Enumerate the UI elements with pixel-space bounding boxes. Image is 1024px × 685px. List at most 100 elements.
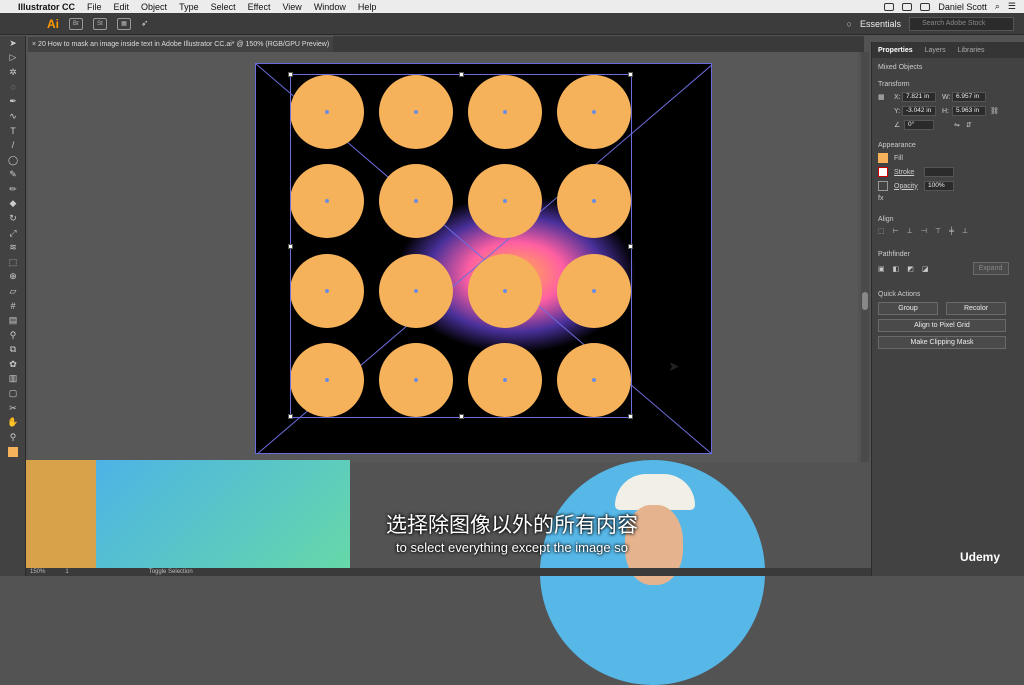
menu-type[interactable]: Type <box>179 2 199 12</box>
stroke-swatch[interactable] <box>878 167 888 177</box>
make-clipping-mask-button[interactable]: Make Clipping Mask <box>878 336 1006 349</box>
slice-tool-icon[interactable]: ✂ <box>0 401 26 416</box>
app-menu[interactable]: Illustrator CC <box>18 2 75 12</box>
expand-button[interactable]: Expand <box>972 262 1009 275</box>
artboard-tool-icon[interactable]: ▢ <box>0 386 26 401</box>
resize-handle[interactable] <box>288 414 293 419</box>
blend-tool-icon[interactable]: ⧉ <box>0 342 26 357</box>
status-tool[interactable]: Toggle Selection <box>149 569 193 575</box>
menu-view[interactable]: View <box>282 2 301 12</box>
align-hcenter-icon[interactable]: ⊥ <box>907 227 913 235</box>
y-field[interactable]: -3.042 in <box>902 106 936 116</box>
reference-point-icon[interactable]: ▦ <box>878 93 894 101</box>
shape-builder-icon[interactable]: ⊕ <box>0 270 26 285</box>
stock-icon[interactable]: St <box>93 17 107 30</box>
gpu-rocket-icon[interactable]: ➶ <box>141 18 149 29</box>
free-transform-icon[interactable]: ⬚ <box>0 255 26 270</box>
angle-field[interactable]: 0° <box>904 120 934 130</box>
workspace-switcher[interactable]: Essentials <box>860 19 901 29</box>
fx-icon[interactable]: fx <box>878 195 883 202</box>
graph-tool-icon[interactable]: ▥ <box>0 372 26 387</box>
tab-layers[interactable]: Layers <box>919 47 952 54</box>
fill-stroke-swatch[interactable] <box>0 445 26 460</box>
resize-handle[interactable] <box>628 244 633 249</box>
search-stock-input[interactable]: Search Adobe Stock <box>909 16 1014 31</box>
user-name[interactable]: Daniel Scott <box>938 2 987 12</box>
stroke-label[interactable]: Stroke <box>894 169 924 176</box>
resize-handle[interactable] <box>288 72 293 77</box>
group-button[interactable]: Group <box>878 302 938 315</box>
menu-file[interactable]: File <box>87 2 102 12</box>
eyedropper-icon[interactable]: ⚲ <box>0 328 26 343</box>
lasso-icon[interactable]: ◌ <box>0 80 26 95</box>
zoom-level[interactable]: 150% <box>30 569 45 575</box>
menu-object[interactable]: Object <box>141 2 167 12</box>
hand-tool-icon[interactable]: ✋ <box>0 415 26 430</box>
close-tab-icon[interactable]: × <box>32 41 36 48</box>
arrange-docs-icon[interactable]: ▦ <box>117 17 131 30</box>
tab-properties[interactable]: Properties <box>872 47 919 54</box>
align-right-icon[interactable]: ⊣ <box>921 227 927 235</box>
flip-vertical-icon[interactable]: ⇵ <box>966 121 972 129</box>
line-tool-icon[interactable]: / <box>0 138 26 153</box>
direct-selection-icon[interactable]: ▷ <box>0 51 26 66</box>
resize-handle[interactable] <box>459 72 464 77</box>
ellipse-tool-icon[interactable]: ◯ <box>0 153 26 168</box>
eraser-icon[interactable]: ◆ <box>0 197 26 212</box>
cloud-icon[interactable] <box>902 2 913 11</box>
stroke-weight-field[interactable] <box>924 167 954 177</box>
flip-horizontal-icon[interactable]: ⇋ <box>954 121 960 129</box>
symbol-sprayer-icon[interactable]: ✿ <box>0 357 26 372</box>
zoom-tool-icon[interactable]: ⚲ <box>0 430 26 445</box>
tab-libraries[interactable]: Libraries <box>952 47 991 54</box>
exclude-icon[interactable]: ◪ <box>922 265 929 273</box>
gradient-tool-icon[interactable]: ▤ <box>0 313 26 328</box>
align-pixel-grid-button[interactable]: Align to Pixel Grid <box>878 319 1006 332</box>
selection-bounding-box[interactable] <box>288 72 633 419</box>
curvature-icon[interactable]: ∿ <box>0 109 26 124</box>
resize-handle[interactable] <box>459 414 464 419</box>
opacity-label[interactable]: Opacity <box>894 183 924 190</box>
h-field[interactable]: 5.963 in <box>952 106 986 116</box>
resize-handle[interactable] <box>628 72 633 77</box>
selection-tool-icon[interactable]: ➤ <box>0 36 26 51</box>
unite-icon[interactable]: ▣ <box>878 265 885 273</box>
bridge-icon[interactable]: Br <box>69 17 83 30</box>
paintbrush-icon[interactable]: ✎ <box>0 167 26 182</box>
menu-list-icon[interactable]: ☰ <box>1008 1 1016 12</box>
resize-handle[interactable] <box>288 244 293 249</box>
artboard-number[interactable]: 1 <box>65 569 68 575</box>
rotate-tool-icon[interactable]: ↻ <box>0 211 26 226</box>
intersect-icon[interactable]: ◩ <box>907 265 914 273</box>
type-tool-icon[interactable]: T <box>0 124 26 139</box>
scale-tool-icon[interactable]: ⤢ <box>0 226 26 241</box>
lightbulb-icon[interactable]: ○ <box>847 19 852 29</box>
x-field[interactable]: 7.821 in <box>902 92 936 102</box>
recolor-button[interactable]: Recolor <box>946 302 1006 315</box>
perspective-grid-icon[interactable]: ▱ <box>0 284 26 299</box>
align-to-icon[interactable]: ⬚ <box>878 227 885 235</box>
align-bottom-icon[interactable]: ⊥ <box>962 227 968 235</box>
magic-wand-icon[interactable]: ✲ <box>0 65 26 80</box>
align-left-icon[interactable]: ⊢ <box>893 227 899 235</box>
document-tab[interactable]: × 20 How to mask an image inside text in… <box>28 36 333 52</box>
wifi-icon[interactable] <box>920 2 931 11</box>
scroll-thumb[interactable] <box>862 292 868 310</box>
minus-front-icon[interactable]: ◧ <box>893 265 900 273</box>
menu-help[interactable]: Help <box>358 2 377 12</box>
opacity-field[interactable]: 100% <box>924 181 954 191</box>
mesh-tool-icon[interactable]: # <box>0 299 26 314</box>
dropbox-icon[interactable] <box>884 2 895 11</box>
constrain-icon[interactable]: ⛓ <box>990 107 999 115</box>
resize-handle[interactable] <box>628 414 633 419</box>
pen-tool-icon[interactable]: ✒ <box>0 94 26 109</box>
width-tool-icon[interactable]: ≋ <box>0 240 26 255</box>
vertical-scrollbar[interactable] <box>861 52 869 462</box>
fill-swatch[interactable] <box>878 153 888 163</box>
w-field[interactable]: 6.957 in <box>952 92 986 102</box>
menu-window[interactable]: Window <box>314 2 346 12</box>
menu-select[interactable]: Select <box>211 2 236 12</box>
menu-effect[interactable]: Effect <box>248 2 271 12</box>
align-vcenter-icon[interactable]: ╪ <box>949 228 954 235</box>
menu-edit[interactable]: Edit <box>114 2 130 12</box>
